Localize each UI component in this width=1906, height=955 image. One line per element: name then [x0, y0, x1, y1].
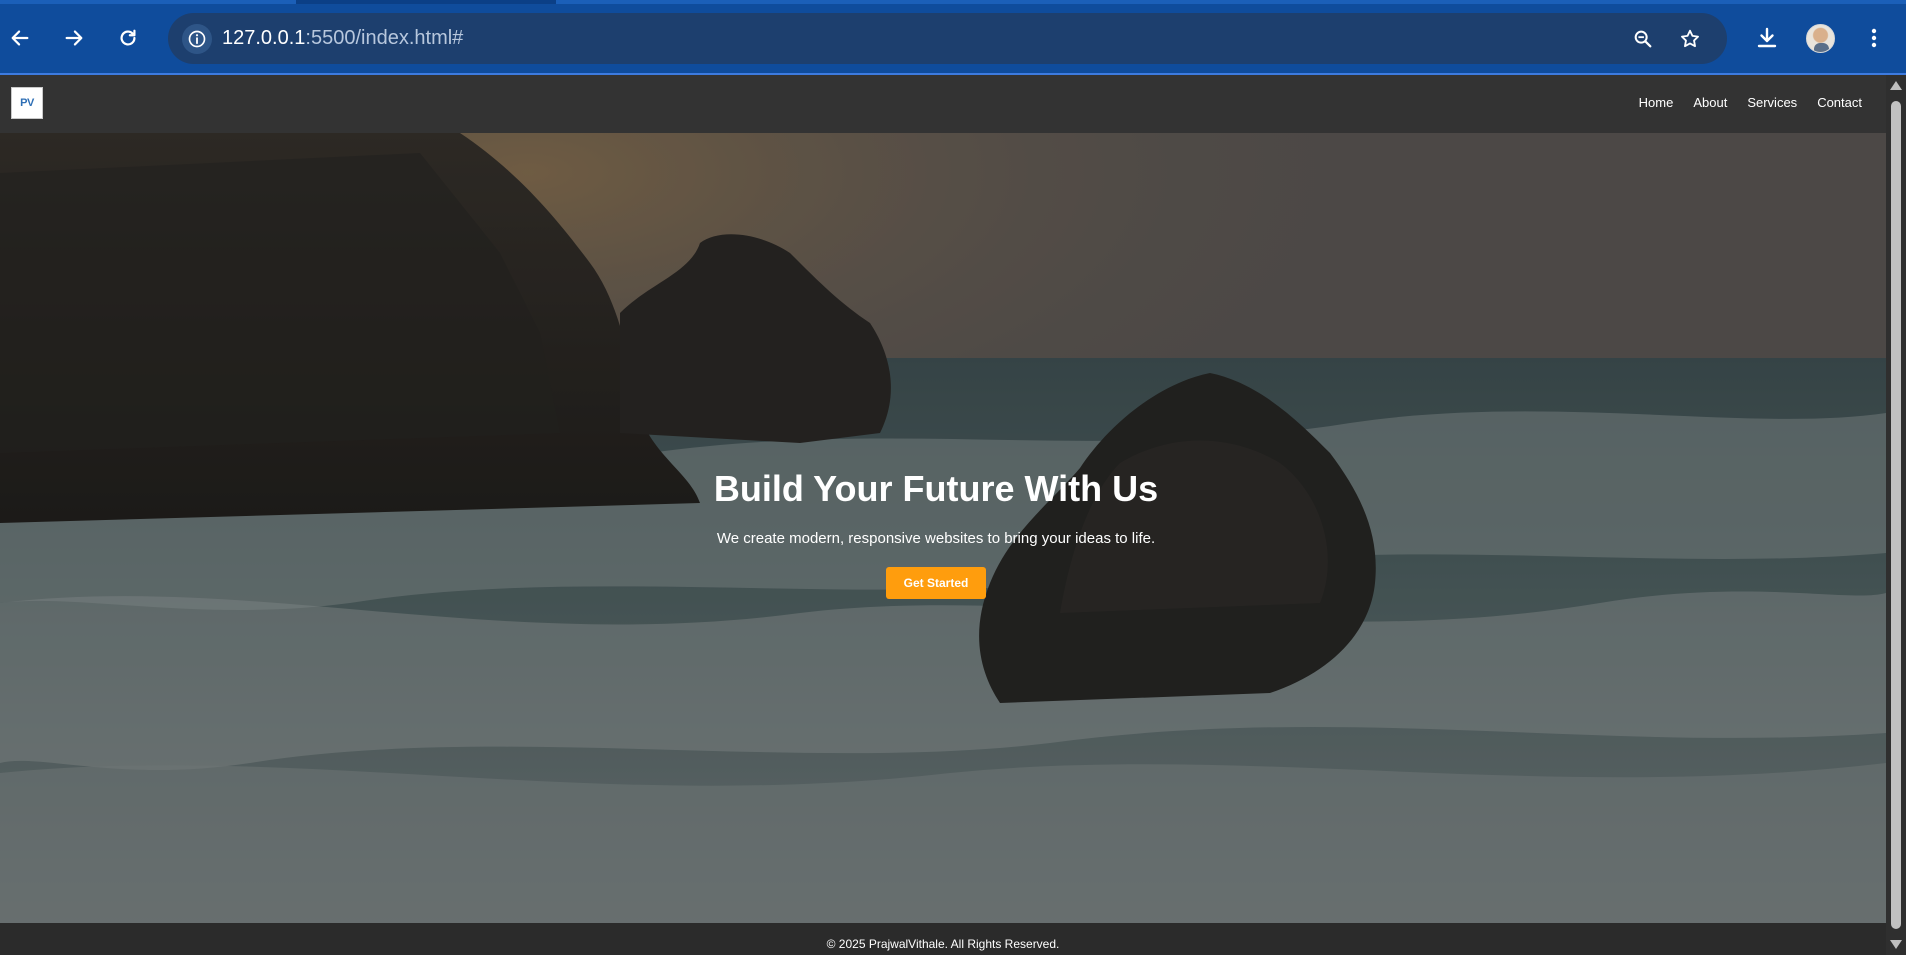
url-path: :5500/index.html# [305, 27, 464, 49]
page-viewport: PV Home About Services Contact Build You… [0, 75, 1886, 955]
download-icon [1757, 27, 1777, 48]
url-text[interactable]: 127.0.0.1:5500/index.html# [222, 27, 463, 50]
back-button[interactable] [2, 20, 38, 56]
hero-section: Build Your Future With Us We create mode… [0, 133, 1886, 923]
address-bar[interactable]: 127.0.0.1:5500/index.html# [168, 13, 1727, 64]
nav-link-about[interactable]: About [1693, 95, 1727, 110]
menu-icon [1871, 28, 1877, 48]
downloads-button[interactable] [1749, 20, 1785, 56]
site-info-button[interactable] [182, 24, 212, 54]
hero-content: Build Your Future With Us We create mode… [0, 468, 1872, 599]
url-host: 127.0.0.1 [222, 27, 306, 49]
nav-link-services[interactable]: Services [1747, 95, 1797, 110]
bookmark-button[interactable] [1675, 24, 1705, 54]
browser-menu-button[interactable] [1856, 20, 1892, 56]
profile-avatar[interactable] [1806, 24, 1835, 53]
scroll-up-arrow[interactable] [1890, 81, 1902, 90]
site-footer: © 2025 PrajwalVithale. All Rights Reserv… [0, 923, 1886, 955]
hero-title: Build Your Future With Us [713, 468, 1159, 509]
nav-links: Home About Services Contact [1639, 95, 1862, 110]
page-scrollbar[interactable] [1886, 75, 1906, 955]
scroll-thumb[interactable] [1891, 101, 1901, 929]
site-navbar: PV Home About Services Contact [0, 75, 1886, 133]
browser-toolbar: 127.0.0.1:5500/index.html# [0, 0, 1906, 75]
get-started-button[interactable]: Get Started [885, 567, 987, 599]
reload-icon [120, 29, 136, 46]
hero-subtitle: We create modern, responsive websites to… [716, 530, 1156, 547]
nav-link-contact[interactable]: Contact [1817, 95, 1862, 110]
reload-button[interactable] [110, 20, 146, 56]
info-icon [188, 30, 206, 48]
footer-copyright: © 2025 PrajwalVithale. All Rights Reserv… [826, 937, 1060, 951]
forward-button[interactable] [56, 20, 92, 56]
star-icon [1681, 29, 1699, 48]
scroll-down-arrow[interactable] [1890, 940, 1902, 949]
site-logo[interactable]: PV [11, 87, 43, 119]
zoom-button[interactable] [1628, 24, 1658, 54]
tab-inactive[interactable] [556, 0, 1906, 4]
forward-icon [65, 30, 83, 46]
zoom-icon [1634, 30, 1652, 48]
back-icon [11, 30, 29, 46]
tab-active[interactable] [0, 0, 296, 4]
nav-link-home[interactable]: Home [1639, 95, 1674, 110]
